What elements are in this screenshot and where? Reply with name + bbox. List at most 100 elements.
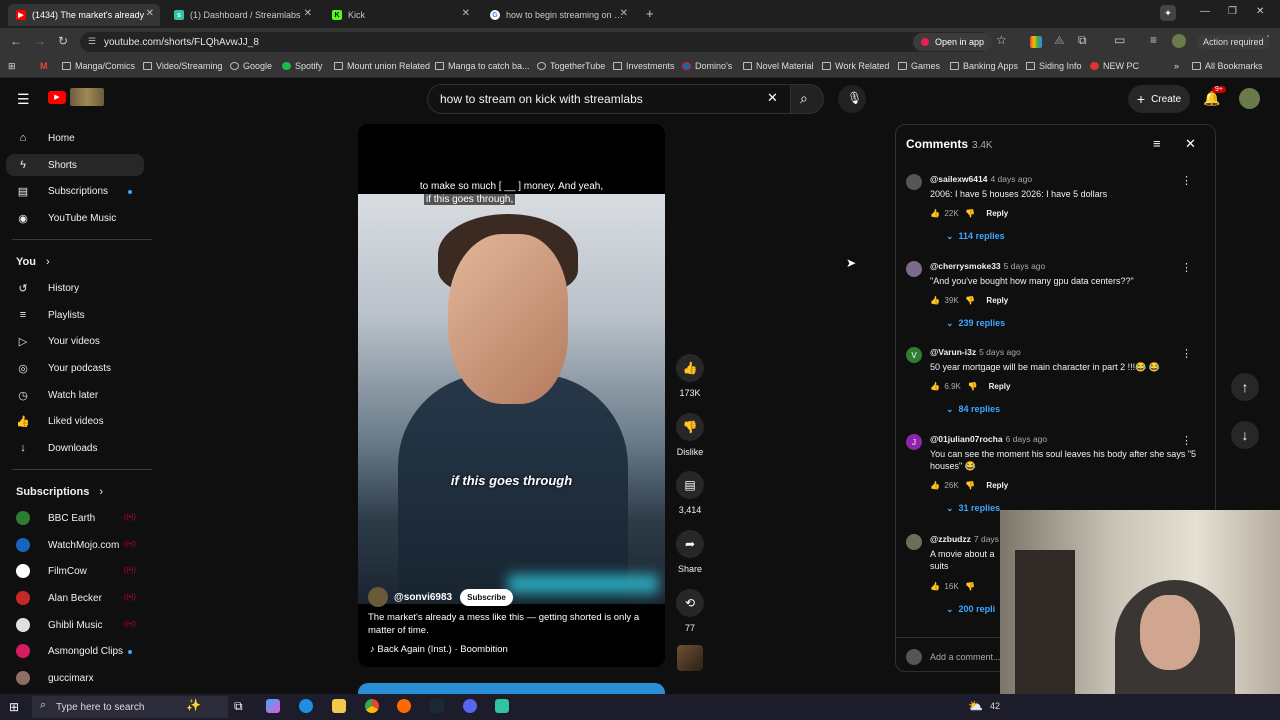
like-action[interactable]: 👍 173K xyxy=(676,354,704,398)
sidebar-subscriptions-heading[interactable]: Subscriptions › xyxy=(16,486,103,498)
account-avatar[interactable] xyxy=(1239,88,1260,109)
bookmark-item[interactable]: Games xyxy=(898,61,940,71)
sidebar-item-history[interactable]: ↺ History xyxy=(16,277,146,299)
reply-button[interactable]: Reply xyxy=(986,481,1008,490)
tab-streamlabs[interactable]: s (1) Dashboard / Streamlabs ✕ xyxy=(166,4,318,26)
remix-action[interactable]: ⟲ 77 xyxy=(676,589,704,633)
bookmark-item[interactable]: Investments xyxy=(613,61,675,71)
commenter-avatar[interactable]: J xyxy=(906,434,922,450)
tab-youtube[interactable]: ▶ (1434) The market's already ✕ xyxy=(8,4,160,26)
bookmark-item[interactable]: Banking Apps xyxy=(950,61,1018,71)
menu-hamburger-icon[interactable]: ☰ xyxy=(17,91,30,108)
minimize-icon[interactable]: — xyxy=(1200,6,1210,17)
commenter-avatar[interactable]: V xyxy=(906,347,922,363)
commenter-avatar[interactable] xyxy=(906,174,922,190)
thumbs-up-icon[interactable]: 👍 xyxy=(676,354,704,382)
comments-action[interactable]: ▤ 3,414 xyxy=(676,471,704,515)
sidebar-item-your-videos[interactable]: ▷ Your videos xyxy=(16,330,146,352)
new-tab-icon[interactable]: + xyxy=(646,6,654,21)
close-icon[interactable]: ✕ xyxy=(1185,136,1196,152)
copilot-icon[interactable]: ✦ xyxy=(1160,5,1176,21)
subscription-item[interactable]: Asmongold Clips xyxy=(16,640,146,662)
close-tab-icon[interactable]: ✕ xyxy=(304,8,312,19)
share-action[interactable]: ➦ Share xyxy=(676,530,704,574)
site-info-icon[interactable]: ☰ xyxy=(88,36,96,47)
reply-button[interactable]: Reply xyxy=(986,296,1008,305)
comment-author[interactable]: @01julian07rocha 6 days ago xyxy=(930,434,1047,444)
shorts-video-player[interactable]: to make so much [ __ ] money. And yeah, … xyxy=(358,124,665,667)
chrome-icon[interactable] xyxy=(365,699,379,713)
bookmark-item[interactable]: Manga to catch ba... xyxy=(435,61,530,71)
bookmark-item[interactable]: Novel Material xyxy=(743,61,814,71)
view-replies-button[interactable]: ⌄ 114 replies xyxy=(946,231,1005,242)
view-replies-button[interactable]: ⌄ 200 repli xyxy=(946,604,995,615)
remix-icon[interactable]: ⟲ xyxy=(676,589,704,617)
bookmark-item[interactable]: Domino's xyxy=(682,61,732,71)
sidebar-item-shorts[interactable]: ϟ Shorts xyxy=(6,154,144,176)
thumbs-down-icon[interactable]: 👎 xyxy=(965,296,975,305)
streamlabs-icon[interactable] xyxy=(495,699,509,713)
subscribe-button[interactable]: Subscribe xyxy=(460,588,513,606)
reload-icon[interactable]: ↻ xyxy=(58,34,68,48)
comment-more-icon[interactable]: ⋮ xyxy=(1181,174,1192,187)
comment-more-icon[interactable]: ⋮ xyxy=(1181,347,1192,360)
bookmark-item[interactable]: Mount union Related xyxy=(334,61,430,71)
bookmark-item[interactable]: Manga/Comics xyxy=(62,61,135,71)
comment-more-icon[interactable]: ⋮ xyxy=(1181,261,1192,274)
clear-search-icon[interactable]: ✕ xyxy=(767,90,778,106)
action-required-button[interactable]: Action required xyxy=(1197,35,1270,49)
sidebar-item-home[interactable]: ⌂ Home xyxy=(16,127,146,149)
maximize-icon[interactable]: ❐ xyxy=(1228,6,1237,17)
extension-icon[interactable] xyxy=(1030,36,1042,48)
commenter-avatar[interactable] xyxy=(906,261,922,277)
tab-search-icon[interactable]: ▭ xyxy=(1114,33,1125,47)
apps-grid-icon[interactable]: ⊞ xyxy=(8,61,16,72)
youtube-doodle-logo[interactable] xyxy=(70,88,104,106)
comment-author[interactable]: @cherrysmoke33 5 days ago xyxy=(930,261,1045,271)
app-icon[interactable] xyxy=(397,699,411,713)
comment-author[interactable]: @zzbudzz 7 days a xyxy=(930,534,1006,544)
channel-name[interactable]: @sonvi6983 xyxy=(394,592,452,603)
thumbs-up-icon[interactable]: 👍 xyxy=(930,296,940,305)
thumbs-down-icon[interactable]: 👎 xyxy=(968,382,978,391)
sidebar-item-subscriptions[interactable]: ▤ Subscriptions xyxy=(16,180,146,202)
thumbs-up-icon[interactable]: 👍 xyxy=(930,481,940,490)
comment-icon[interactable]: ▤ xyxy=(676,471,704,499)
bookmark-item[interactable]: Video/Streaming xyxy=(143,61,222,71)
bookmark-item[interactable]: Work Related xyxy=(822,61,889,71)
sound-thumbnail[interactable] xyxy=(677,645,703,671)
next-short-button[interactable]: ↓ xyxy=(1231,421,1259,449)
close-tab-icon[interactable]: ✕ xyxy=(620,8,628,19)
sidebar-item-watch-later[interactable]: ◷ Watch later xyxy=(16,384,146,406)
dislike-action[interactable]: 👎 Dislike xyxy=(676,413,704,457)
video-description[interactable]: The market's already a mess like this — … xyxy=(368,611,653,637)
close-tab-icon[interactable]: ✕ xyxy=(146,8,154,19)
sort-icon[interactable]: ≡ xyxy=(1153,136,1161,151)
sidebar-item-youtube-music[interactable]: ◉ YouTube Music xyxy=(16,207,146,229)
sidebar-item-playlists[interactable]: ≡ Playlists xyxy=(16,304,146,326)
sidebar-item-your-podcasts[interactable]: ◎ Your podcasts xyxy=(16,357,146,379)
sidebar-item-liked-videos[interactable]: 👍 Liked videos xyxy=(16,410,146,432)
tab-kick[interactable]: K Kick ✕ xyxy=(324,4,476,26)
close-window-icon[interactable]: ✕ xyxy=(1256,6,1264,17)
thumbs-up-icon[interactable]: 👍 xyxy=(930,209,940,218)
bookmark-item[interactable]: Siding Info xyxy=(1026,61,1082,71)
all-bookmarks[interactable]: All Bookmarks xyxy=(1192,61,1263,71)
profile-avatar[interactable] xyxy=(1172,34,1186,48)
bookmark-item[interactable]: NEW PC xyxy=(1090,61,1139,71)
thumbs-up-icon[interactable]: 👍 xyxy=(930,382,940,391)
thumbs-down-icon[interactable]: 👎 xyxy=(965,582,975,591)
tab-google[interactable]: G how to begin streaming on kick ✕ xyxy=(482,4,634,26)
subscription-item[interactable]: guccimarx xyxy=(16,667,146,689)
discord-icon[interactable] xyxy=(463,699,477,713)
task-view-icon[interactable]: ⧉ xyxy=(234,699,243,714)
bookmark-item[interactable]: Spotify xyxy=(282,61,323,71)
comment-author[interactable]: @sailexw6414 4 days ago xyxy=(930,174,1032,184)
channel-avatar[interactable] xyxy=(368,587,388,607)
thumbs-up-icon[interactable]: 👍 xyxy=(930,582,940,591)
youtube-logo-icon[interactable]: ▶ xyxy=(48,91,66,104)
share-icon[interactable]: ➦ xyxy=(676,530,704,558)
view-replies-button[interactable]: ⌄ 239 replies xyxy=(946,318,1005,329)
open-in-app-button[interactable]: Open in app xyxy=(913,33,993,51)
thumbs-down-icon[interactable]: 👎 xyxy=(965,209,975,218)
